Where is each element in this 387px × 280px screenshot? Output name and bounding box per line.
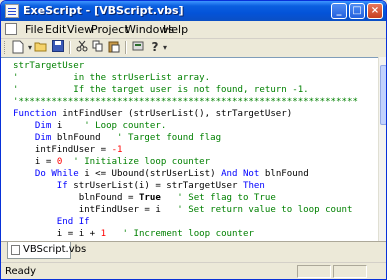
code-token: i = [13,157,57,167]
code-line: ' in the strUserList array. [13,72,358,84]
code-token: ' Increment loop counter [122,229,254,239]
cut-icon[interactable] [75,40,89,55]
status-bar: Ready [1,262,386,279]
status-panel [297,265,331,278]
open-folder-icon[interactable] [34,40,48,55]
code-token: True [138,193,161,203]
toolbar-separator [125,41,127,54]
code-line: End If [13,216,358,228]
build-icon[interactable] [131,40,145,55]
close-button[interactable]: × [367,3,383,19]
code-token: blnFound = [13,193,139,203]
code-token: '***************************************… [13,97,358,107]
code-token: intFindUser (strUserList(), strTargetUse… [62,109,293,119]
code-token: blnFound [264,169,309,179]
code-line: intFindUser = -1 [13,144,358,156]
copy-icon[interactable] [91,40,105,55]
code-token: Dim [13,133,57,143]
menu-project[interactable]: Project [91,23,129,36]
code-token: Then [242,181,265,191]
code-line: Do While i <= Ubound(strUserList) And No… [13,168,358,180]
toolbar-grip[interactable] [4,41,8,54]
document-window-icon[interactable] [5,23,17,35]
code-token: blnFound [56,133,118,143]
code-token: intFindUser = [13,145,112,155]
code-lines: strTargetUser ' in the strUserList array.… [13,60,358,252]
code-token: ' in the strUserList array. [13,73,211,83]
code-token: ' Loop counter. [84,121,167,131]
toolbar: ▾ ? ▾ [1,39,386,58]
window-title: ExeScript - [VBScript.vbs] [23,4,184,17]
code-line: ' If the target user is not found, retur… [13,84,358,96]
code-token: Dim [13,121,57,131]
code-editor[interactable]: strTargetUser ' in the strUserList array.… [1,57,378,251]
code-line: blnFound = True ' Set flag to True [13,192,358,204]
vertical-scrollbar[interactable] [378,57,386,241]
code-token: Do While [13,169,85,179]
code-line: '***************************************… [13,96,358,108]
code-token: ' Set return value to loop count [177,205,353,215]
maximize-button[interactable]: □ [349,3,365,19]
tab-vbscript[interactable]: VBScript.vbs [7,242,86,259]
status-text: Ready [5,266,37,277]
app-icon[interactable] [5,4,19,18]
code-token: ' Initialize loop counter [73,157,211,167]
code-line: Function intFindUser (strUserList(), str… [13,108,358,120]
code-line: strTargetUser [13,60,358,72]
document-tabs: VBScript.vbs [1,241,386,262]
code-token: ' Target found flag [117,133,222,143]
help-dropdown-icon[interactable]: ▾ [158,40,172,55]
status-panel [333,265,367,278]
code-token: And Not [221,169,265,179]
code-line: i = 0 ' Initialize loop counter [13,156,358,168]
scrollbar-thumb[interactable] [380,65,386,125]
menu-file[interactable]: File [25,23,43,36]
code-token: Function [13,109,63,119]
code-token: i [56,121,85,131]
code-token: i = i + [13,229,101,239]
code-token: ' Set flag to True [177,193,276,203]
code-line: i = i + 1 ' Increment loop counter [13,228,358,240]
menu-bar: File Edit View Project Windows Help [1,21,386,39]
document-icon [11,245,20,255]
tab-label: VBScript.vbs [23,244,87,255]
code-token: i <= Ubound(strUserList) [84,169,222,179]
code-line: intFindUser = i ' Set return value to lo… [13,204,358,216]
menu-help[interactable]: Help [163,23,188,36]
code-line: Dim blnFound ' Target found flag [13,132,358,144]
code-token: If [13,181,74,191]
code-token: strTargetUser [13,61,85,71]
app-window: ExeScript - [VBScript.vbs] _ □ × File Ed… [0,0,387,280]
code-token: End If [13,217,90,227]
code-token: ' If the target user is not found, retur… [13,85,309,95]
toolbar-separator [69,41,71,54]
title-bar[interactable]: ExeScript - [VBScript.vbs] _ □ × [1,1,386,21]
menu-edit[interactable]: Edit [45,23,66,36]
paste-icon[interactable] [107,40,121,55]
code-line: If strUserList(i) = strTargetUser Then [13,180,358,192]
minimize-button[interactable]: _ [331,3,347,19]
code-token: -1 [111,145,123,155]
save-icon[interactable] [51,40,65,55]
code-line: Dim i ' Loop counter. [13,120,358,132]
menu-view[interactable]: View [67,23,93,36]
code-token: strUserList(i) = strTargetUser [73,181,243,191]
code-token: intFindUser = i [13,205,178,215]
